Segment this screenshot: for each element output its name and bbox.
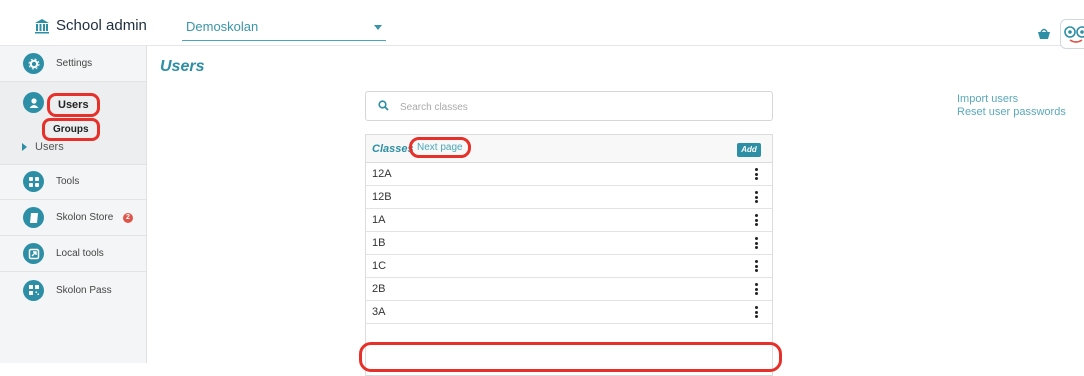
sidebar-item-label: Tools: [56, 176, 80, 187]
notification-badge: 2: [123, 212, 133, 223]
top-header: School admin Demoskolan: [0, 9, 1084, 49]
search-icon: [378, 100, 389, 111]
chevron-down-icon: [374, 25, 382, 30]
book-icon: [23, 207, 44, 228]
external-link-icon: [23, 243, 44, 264]
search-classes[interactable]: [365, 91, 773, 121]
bank-icon: [35, 18, 49, 33]
table-row[interactable]: 3A: [366, 301, 772, 324]
sidebar-item-tools[interactable]: Tools: [0, 164, 146, 200]
grid-icon: [23, 171, 44, 192]
more-options-icon[interactable]: [755, 237, 758, 249]
more-options-icon[interactable]: [755, 260, 758, 272]
table-row[interactable]: 2B: [366, 278, 772, 301]
brand[interactable]: School admin: [34, 17, 147, 34]
class-name: 12A: [372, 168, 392, 180]
school-select[interactable]: Demoskolan: [182, 14, 386, 41]
sidebar-item-label: Skolon Store: [56, 212, 114, 223]
sidebar-item-groups[interactable]: Groups: [42, 118, 100, 141]
table-row[interactable]: 1B: [366, 232, 772, 255]
page-title: Users: [160, 58, 205, 75]
search-input[interactable]: [398, 96, 762, 118]
classes-panel: Classes Next page Add 12A 12B 1A 1B 1C 2…: [365, 134, 773, 376]
class-name: 2B: [372, 283, 386, 295]
add-button[interactable]: Add: [737, 143, 761, 157]
classes-panel-header: Classes Next page Add: [366, 135, 772, 163]
more-options-icon[interactable]: [755, 306, 758, 318]
basket-icon[interactable]: [1037, 26, 1051, 40]
table-row[interactable]: 1A: [366, 209, 772, 232]
triangle-right-icon: [22, 143, 27, 151]
top-cropped-text: [0, 0, 1084, 9]
sidebar-subitem-users[interactable]: Users: [22, 141, 64, 153]
table-row[interactable]: 12A: [366, 163, 772, 186]
class-name: 1B: [372, 237, 386, 249]
class-name: 1C: [372, 260, 387, 272]
sidebar-item-label: Settings: [56, 58, 93, 69]
skolon-logo-icon: [1064, 26, 1084, 43]
reset-passwords-link[interactable]: Reset user passwords: [957, 106, 1066, 119]
qr-icon: [23, 279, 44, 301]
more-options-icon[interactable]: [755, 191, 758, 203]
more-options-icon[interactable]: [755, 214, 758, 226]
import-users-link[interactable]: Import users: [957, 93, 1066, 106]
gear-icon: [23, 53, 44, 74]
sidebar-item-local-tools[interactable]: Local tools: [0, 236, 146, 272]
classes-title: Classes: [372, 143, 414, 155]
action-links: Import users Reset user passwords: [957, 93, 1066, 119]
table-row[interactable]: 12B: [366, 186, 772, 209]
more-options-icon[interactable]: [755, 168, 758, 180]
next-page-link[interactable]: Next page: [409, 137, 471, 158]
sidebar-item-label: Local tools: [56, 248, 104, 259]
row-highlight: [359, 342, 782, 372]
sidebar-item-skolon-pass[interactable]: Skolon Pass: [0, 272, 146, 308]
sidebar-item-users[interactable]: Users: [47, 93, 100, 117]
school-select-value: Demoskolan: [186, 19, 259, 34]
table-row[interactable]: 1C: [366, 255, 772, 278]
sidebar: Settings Users Groups Users Tools Skolon…: [0, 46, 147, 363]
more-options-icon[interactable]: [755, 283, 758, 295]
sidebar-item-skolon-store[interactable]: Skolon Store 2: [0, 200, 146, 236]
class-name: 1A: [372, 214, 386, 226]
class-name: 3A: [372, 306, 386, 318]
sidebar-item-settings[interactable]: Settings: [0, 46, 146, 82]
sidebar-item-label: Skolon Pass: [56, 284, 112, 296]
skolon-logo[interactable]: [1060, 19, 1084, 49]
sidebar-group-users: Users Groups Users: [0, 82, 146, 165]
brand-label: School admin: [56, 17, 147, 34]
user-icon: [23, 92, 44, 113]
class-name: 12B: [372, 191, 392, 203]
sidebar-subitem-label: Users: [35, 141, 64, 153]
